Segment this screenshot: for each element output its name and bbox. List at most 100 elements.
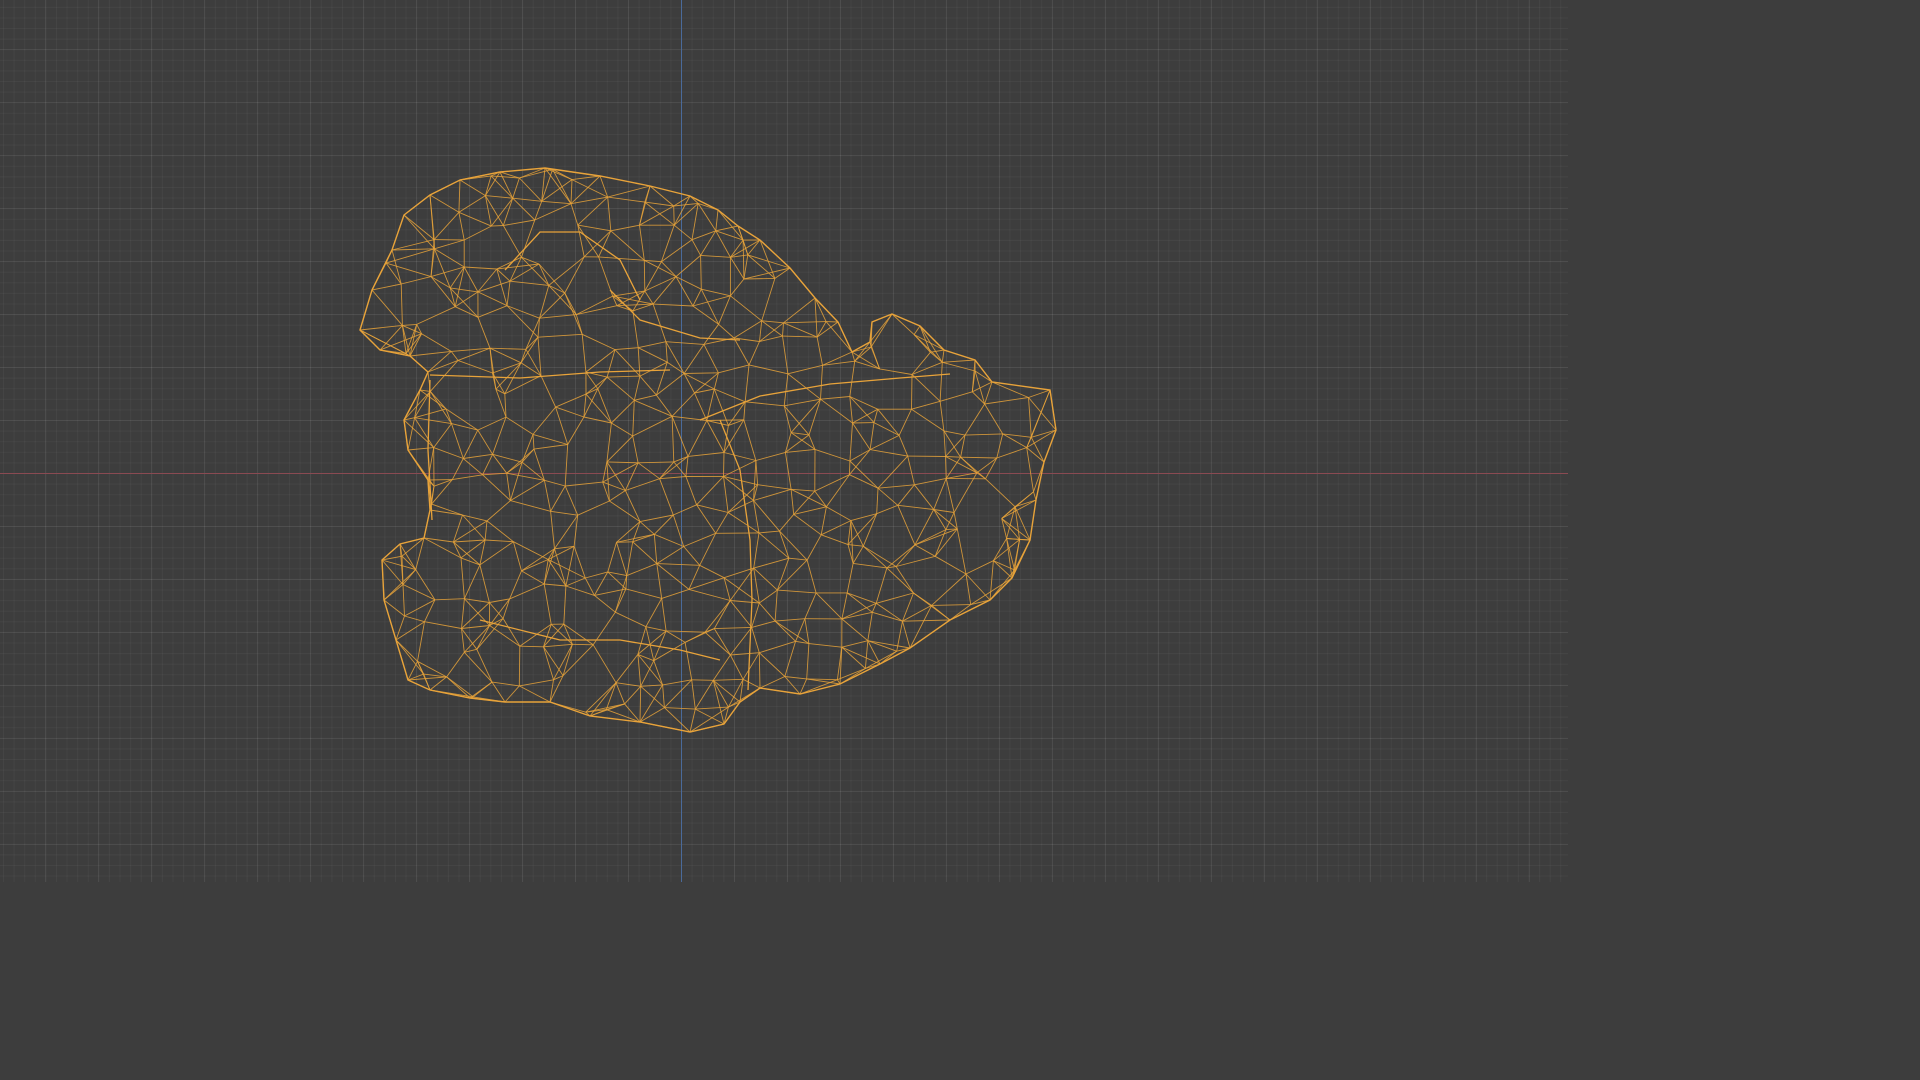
mesh-edge xyxy=(727,484,758,513)
mesh-edge xyxy=(728,419,744,426)
mesh-edge xyxy=(672,415,707,421)
mesh-edge xyxy=(414,408,447,419)
mesh-edge xyxy=(730,239,761,258)
mesh-edge xyxy=(463,266,479,293)
mesh-edge xyxy=(984,397,1029,405)
mesh-edge xyxy=(519,685,551,703)
mesh-edge xyxy=(549,675,564,703)
mesh-edge xyxy=(789,267,816,299)
mesh-edge xyxy=(401,556,404,585)
mesh-edge xyxy=(945,478,955,513)
mesh-edge xyxy=(876,504,898,515)
mesh-edge xyxy=(371,283,402,291)
mesh-edge xyxy=(407,447,434,451)
mesh-edge xyxy=(491,175,520,179)
mesh-edge xyxy=(898,409,912,436)
mesh-edge xyxy=(759,687,801,695)
mesh-edge xyxy=(758,652,786,677)
mesh-edge xyxy=(504,375,542,395)
mesh-edge xyxy=(612,295,634,312)
mesh-edge xyxy=(895,555,936,567)
mesh-edge xyxy=(549,701,591,717)
mesh-edge xyxy=(784,452,792,490)
mesh-edge xyxy=(964,433,1003,436)
mesh-edge xyxy=(583,230,612,258)
mesh-edge xyxy=(713,628,731,656)
mesh-edge xyxy=(784,398,821,407)
mesh-edge xyxy=(841,646,866,669)
mesh-edge xyxy=(570,203,579,226)
mesh-edge xyxy=(534,203,572,221)
mesh-edge xyxy=(913,334,931,353)
mesh-edge xyxy=(871,603,877,613)
mesh-edge xyxy=(509,583,545,600)
mesh-edge xyxy=(822,360,855,366)
mesh-edge xyxy=(691,203,699,240)
mesh-edge xyxy=(463,564,481,599)
3d-viewport[interactable] xyxy=(0,0,1568,882)
mesh-edge xyxy=(728,687,761,708)
mesh-edge xyxy=(730,295,762,322)
mesh-edge xyxy=(554,548,567,587)
mesh-edge xyxy=(537,318,540,338)
mesh-edge xyxy=(751,602,760,628)
mesh-silhouette xyxy=(359,167,1057,733)
mesh-edge xyxy=(555,393,587,408)
mesh-edge xyxy=(521,570,545,585)
mesh-edge xyxy=(477,317,491,349)
mesh-edge xyxy=(610,224,640,232)
mesh-edge xyxy=(537,337,542,376)
mesh-edge xyxy=(691,679,696,710)
mesh-edge xyxy=(851,351,856,362)
mesh-edge xyxy=(564,256,585,294)
mesh-edge xyxy=(427,359,459,373)
mesh-edge xyxy=(909,605,933,649)
mesh-edge xyxy=(964,403,985,436)
mesh-edge xyxy=(585,709,607,713)
mesh-edge xyxy=(477,268,498,293)
mesh-edge xyxy=(706,388,715,421)
mesh-edge xyxy=(744,364,750,402)
mesh-edge xyxy=(461,602,490,629)
mesh-edge xyxy=(612,295,654,305)
mesh-edge xyxy=(407,449,435,487)
mesh-edge xyxy=(571,175,601,181)
mesh-edge xyxy=(489,618,504,626)
mesh-edge xyxy=(525,336,539,350)
mesh-edge xyxy=(1001,518,1020,540)
mesh-edge xyxy=(779,530,790,559)
mesh-edge xyxy=(548,285,577,315)
mesh-edge xyxy=(991,381,1029,398)
mesh-edge xyxy=(787,373,821,400)
mesh-edge xyxy=(666,630,706,633)
mesh-edge xyxy=(867,640,911,649)
mesh-edge xyxy=(943,430,961,458)
mesh-edge xyxy=(614,347,639,351)
mesh-edge xyxy=(785,434,810,453)
mesh-edge xyxy=(583,394,587,418)
mesh-edge xyxy=(570,179,573,204)
mesh-edge xyxy=(499,171,514,199)
mesh-edge xyxy=(403,419,409,451)
mesh-edge xyxy=(891,313,915,335)
mesh-edge xyxy=(826,474,850,508)
mesh-edge xyxy=(774,267,791,279)
mesh-edge xyxy=(452,474,483,481)
mesh-edge xyxy=(451,347,491,352)
mesh-edge xyxy=(575,314,583,335)
mesh-edge xyxy=(849,449,871,462)
mesh-edge xyxy=(930,351,943,363)
mesh-edge xyxy=(599,175,609,198)
mesh-edge xyxy=(598,230,612,258)
mesh-edge xyxy=(541,179,573,202)
mesh-edge xyxy=(704,600,731,633)
mesh-edge xyxy=(379,333,422,351)
mesh-edge xyxy=(715,230,744,241)
mesh-edge xyxy=(520,362,542,377)
mesh-edge xyxy=(379,349,411,357)
mesh-edge xyxy=(414,417,435,448)
mesh-edge xyxy=(715,230,731,258)
mesh-edge xyxy=(1026,437,1032,448)
mesh-edge xyxy=(713,678,744,681)
mesh-edge xyxy=(816,321,839,338)
